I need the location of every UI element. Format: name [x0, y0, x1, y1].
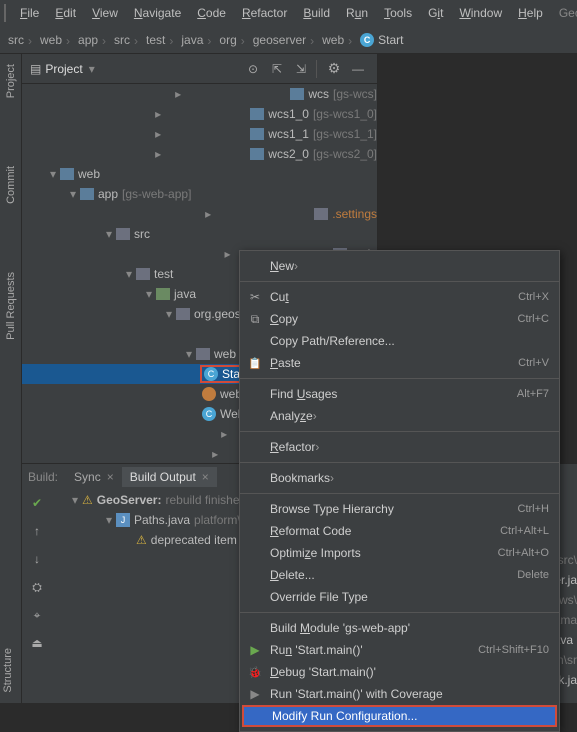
crumb-geoserver[interactable]: geoserver — [253, 33, 306, 47]
project-dropdown-icon[interactable]: ▾ — [89, 62, 95, 76]
warning-icon — [136, 533, 151, 547]
gear-icon[interactable] — [323, 58, 345, 80]
menu-view[interactable]: View — [84, 6, 126, 20]
ctx-copy[interactable]: CopyCtrl+C — [240, 308, 559, 330]
export-icon[interactable] — [28, 634, 46, 652]
menu-refactor[interactable]: Refactor — [234, 6, 295, 20]
class-icon: C — [202, 407, 216, 421]
tree-wcs20[interactable]: wcs2_0[gs-wcs2_0] — [22, 144, 377, 164]
tree-src[interactable]: src — [22, 224, 377, 244]
menu-bar: File Edit View Navigate Code Refactor Bu… — [0, 0, 577, 26]
collapse-all-icon[interactable]: ⇲ — [290, 58, 312, 80]
tree-settings[interactable]: .settings — [22, 204, 377, 224]
breadcrumb: src web app src test java org geoserver … — [0, 26, 577, 54]
ctx-buildmod[interactable]: Build Module 'gs-web-app' — [240, 617, 559, 639]
crumb-java[interactable]: java — [181, 33, 203, 47]
menu-git[interactable]: Git — [420, 6, 451, 20]
crumb-web[interactable]: web — [40, 33, 62, 47]
tree-app[interactable]: app[gs-web-app] — [22, 184, 377, 204]
rail-commit[interactable]: Commit — [5, 162, 17, 208]
tab-sync[interactable]: Sync× — [66, 467, 122, 487]
menu-help[interactable]: Help — [510, 6, 551, 20]
ctx-modify-run-config[interactable]: Modify Run Configuration... — [242, 705, 557, 727]
ctx-refactor[interactable]: Refactor — [240, 436, 559, 458]
menu-file[interactable]: File — [12, 6, 47, 20]
java-file-icon — [116, 513, 130, 527]
crumb-src[interactable]: src — [8, 33, 24, 47]
ctx-optimize[interactable]: Optimize ImportsCtrl+Alt+O — [240, 542, 559, 564]
up-icon[interactable] — [28, 522, 46, 540]
ctx-copypath[interactable]: Copy Path/Reference... — [240, 330, 559, 352]
app-logo-icon — [4, 4, 6, 22]
crumb-org[interactable]: org — [219, 33, 236, 47]
ctx-findusages[interactable]: Find UsagesAlt+F7 — [240, 383, 559, 405]
ctx-override[interactable]: Override File Type — [240, 586, 559, 608]
ctx-reformat[interactable]: Reformat CodeCtrl+Alt+L — [240, 520, 559, 542]
ctx-bookmarks[interactable]: Bookmarks — [240, 467, 559, 489]
left-rail-bottom: Structure — [0, 410, 22, 703]
ctx-coverage[interactable]: Run 'Start.main()' with Coverage — [240, 683, 559, 705]
build-rail — [22, 490, 52, 703]
config-label: GeoS — [551, 6, 577, 20]
filter-icon[interactable] — [28, 578, 46, 596]
project-title[interactable]: Project — [45, 62, 82, 76]
tree-wcs10[interactable]: wcs1_0[gs-wcs1_0] — [22, 104, 377, 124]
crumb-webpkg[interactable]: web — [322, 33, 344, 47]
copy-icon — [248, 312, 262, 326]
coverage-icon — [248, 687, 262, 701]
tree-web[interactable]: web — [22, 164, 377, 184]
crumb-start[interactable]: CStart — [360, 33, 403, 47]
target-icon[interactable] — [28, 606, 46, 624]
run-icon — [248, 643, 262, 657]
close-icon[interactable]: × — [107, 470, 114, 484]
paste-icon — [248, 356, 262, 370]
ctx-run[interactable]: Run 'Start.main()'Ctrl+Shift+F10 — [240, 639, 559, 661]
ctx-cut[interactable]: CutCtrl+X — [240, 286, 559, 308]
class-icon: C — [204, 367, 218, 381]
select-opened-icon[interactable]: ⊙ — [242, 58, 264, 80]
menu-build[interactable]: Build — [295, 6, 338, 20]
ctx-analyze[interactable]: Analyze — [240, 405, 559, 427]
ok-icon[interactable] — [28, 494, 46, 512]
ctx-browse[interactable]: Browse Type HierarchyCtrl+H — [240, 498, 559, 520]
tree-wcs[interactable]: wcs[gs-wcs] — [22, 84, 377, 104]
menu-navigate[interactable]: Navigate — [126, 6, 189, 20]
menu-code[interactable]: Code — [189, 6, 234, 20]
class-icon: C — [360, 33, 374, 47]
menu-tools[interactable]: Tools — [376, 6, 420, 20]
rail-project[interactable]: Project — [5, 60, 17, 102]
rail-structure[interactable]: Structure — [0, 644, 21, 697]
crumb-app[interactable]: app — [78, 33, 98, 47]
build-label: Build: — [28, 470, 58, 484]
ctx-debug[interactable]: Debug 'Start.main()' — [240, 661, 559, 683]
ctx-paste[interactable]: PasteCtrl+V — [240, 352, 559, 374]
cut-icon — [248, 290, 262, 304]
hide-icon[interactable] — [347, 58, 369, 80]
rail-pullreq[interactable]: Pull Requests — [5, 268, 17, 344]
ctx-delete[interactable]: Delete...Delete — [240, 564, 559, 586]
menu-window[interactable]: Window — [451, 6, 510, 20]
expand-all-icon[interactable]: ⇱ — [266, 58, 288, 80]
file-icon — [202, 387, 216, 401]
tab-build-output[interactable]: Build Output× — [122, 467, 217, 487]
crumb-src2[interactable]: src — [114, 33, 130, 47]
menu-run[interactable]: Run — [338, 6, 376, 20]
tree-wcs11[interactable]: wcs1_1[gs-wcs1_1] — [22, 124, 377, 144]
close-icon[interactable]: × — [202, 470, 209, 484]
menu-edit[interactable]: Edit — [47, 6, 84, 20]
ctx-new[interactable]: New — [240, 255, 559, 277]
warning-icon — [82, 493, 97, 507]
crumb-test[interactable]: test — [146, 33, 165, 47]
debug-icon — [248, 665, 262, 679]
down-icon[interactable] — [28, 550, 46, 568]
project-header: ▤ Project ▾ ⊙ ⇱ ⇲ — [22, 54, 377, 84]
context-menu: New CutCtrl+X CopyCtrl+C Copy Path/Refer… — [239, 250, 560, 732]
